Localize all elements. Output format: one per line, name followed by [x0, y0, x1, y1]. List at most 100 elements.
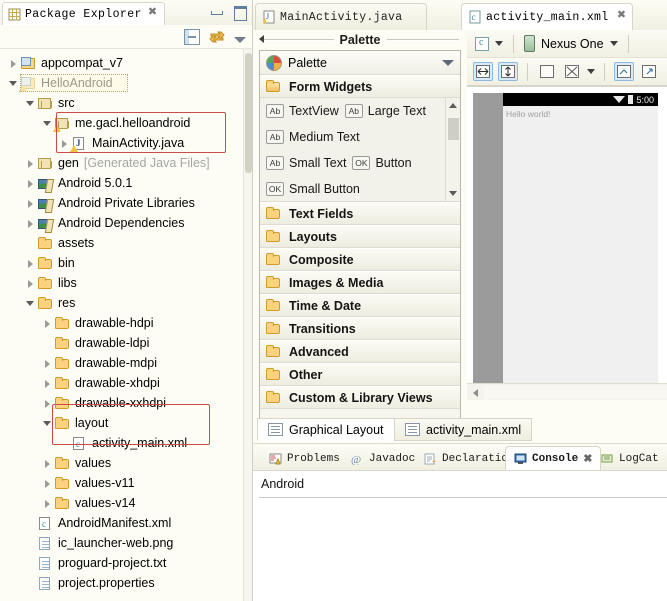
expand-arrow-closed-icon[interactable] — [25, 258, 36, 269]
tree-item-bin[interactable]: bin — [0, 253, 243, 273]
close-icon[interactable]: ✖ — [617, 11, 627, 22]
tree-item-assets[interactable]: assets — [0, 233, 243, 253]
zoom-normal-button[interactable] — [537, 62, 557, 81]
form-widgets-list[interactable]: Ab TextView Ab Large Text Ab Medium Text — [260, 98, 460, 202]
chevron-left-icon[interactable] — [259, 35, 264, 43]
expand-arrow-closed-icon[interactable] — [42, 398, 53, 409]
tree-item-android-dependencies[interactable]: Android Dependencies — [0, 213, 243, 233]
widget-small-text[interactable]: Ab Small Text — [266, 156, 346, 170]
palette-category-text-fields[interactable]: Text Fields — [260, 202, 460, 225]
palette-category-composite[interactable]: Composite — [260, 248, 460, 271]
close-icon[interactable]: ✖ — [148, 8, 159, 19]
widget-medium-text[interactable]: Ab Medium Text — [266, 130, 360, 144]
tab-javadoc[interactable]: @ Javadoc — [343, 446, 423, 471]
tree-item-drawable-xxhdpi[interactable]: drawable-xxhdpi — [0, 393, 243, 413]
tree-item-values-v11[interactable]: values-v11 — [0, 473, 243, 493]
expand-arrow-closed-icon[interactable] — [25, 198, 36, 209]
tab-logcat[interactable]: LogCat — [593, 446, 667, 471]
chevron-down-icon[interactable] — [587, 69, 595, 74]
zoom-fit-button[interactable] — [562, 62, 582, 81]
expand-arrow-closed-icon[interactable] — [25, 278, 36, 289]
refresh-button[interactable] — [614, 62, 634, 81]
palette-category-transitions[interactable]: Transitions — [260, 317, 460, 340]
tree-item-values[interactable]: values — [0, 453, 243, 473]
device-selector[interactable]: Nexus One — [524, 35, 618, 52]
tree-item-src[interactable]: src — [0, 93, 243, 113]
tab-mainactivity-java[interactable]: J MainActivity.java — [255, 3, 428, 30]
expand-arrow-open-icon[interactable] — [25, 98, 36, 109]
expand-arrow-closed-icon[interactable] — [42, 378, 53, 389]
tree-scrollbar[interactable] — [243, 49, 252, 601]
chevron-down-icon[interactable] — [495, 41, 503, 46]
palette-category-custom-library-views[interactable]: Custom & Library Views — [260, 386, 460, 409]
widget-textview[interactable]: Ab TextView — [266, 104, 339, 118]
project-tree[interactable]: appcompat_v7 HelloAndroid src me.gacl.hello… — [0, 49, 243, 601]
palette-category-images-media[interactable]: Images & Media — [260, 271, 460, 294]
device-canvas[interactable]: 5:00 Hello world! — [467, 86, 667, 400]
tab-graphical-layout[interactable]: Graphical Layout — [257, 418, 395, 441]
expand-arrow-open-icon[interactable] — [8, 78, 19, 89]
tree-item-mainactivity-java[interactable]: MainActivity.java — [0, 133, 243, 153]
tab-console[interactable]: Console ✖ — [505, 446, 602, 471]
scroll-down-icon[interactable] — [449, 191, 457, 196]
preview-hello-text[interactable]: Hello world! — [503, 106, 658, 119]
tree-item-activity-main-xml[interactable]: activity_main.xml — [0, 433, 243, 453]
tree-item-appcompat-v7[interactable]: appcompat_v7 — [0, 53, 243, 73]
expand-arrow-closed-icon[interactable] — [42, 478, 53, 489]
palette-header[interactable]: Palette — [260, 51, 460, 75]
console-output[interactable]: Android — [253, 470, 667, 601]
tab-activity-main-xml[interactable]: c activity_main.xml ✖ — [461, 3, 634, 30]
tree-item-helloandroid[interactable]: HelloAndroid — [0, 73, 243, 93]
tree-item-drawable-ldpi[interactable]: drawable-ldpi — [0, 333, 243, 353]
palette-category-form-widgets[interactable]: Form Widgets — [260, 75, 460, 98]
tab-xml-source[interactable]: activity_main.xml — [394, 418, 533, 441]
widget-large-text[interactable]: Ab Large Text — [344, 104, 426, 118]
tree-item-values-v14[interactable]: values-v14 — [0, 493, 243, 513]
tree-item-libs[interactable]: libs — [0, 273, 243, 293]
expand-arrow-closed-icon[interactable] — [42, 458, 53, 469]
tree-item-androidmanifest-xml[interactable]: AndroidManifest.xml — [0, 513, 243, 533]
expand-arrow-closed-icon[interactable] — [8, 58, 19, 69]
expand-arrow-open-icon[interactable] — [42, 418, 53, 429]
scroll-left-icon[interactable] — [473, 389, 478, 397]
export-button[interactable] — [639, 62, 659, 81]
form-widgets-scrollbar[interactable] — [445, 98, 460, 201]
device-screen[interactable]: 5:00 Hello world! — [503, 93, 658, 396]
collapse-all-icon[interactable] — [184, 29, 200, 45]
widget-button[interactable]: OK Button — [352, 156, 412, 170]
palette-category-other[interactable]: Other — [260, 363, 460, 386]
minimize-icon[interactable] — [210, 6, 223, 17]
tree-item-gen[interactable]: gen [Generated Java Files] — [0, 153, 243, 173]
expand-arrow-closed-icon[interactable] — [25, 218, 36, 229]
tree-item-drawable-hdpi[interactable]: drawable-hdpi — [0, 313, 243, 333]
expand-arrow-closed-icon[interactable] — [42, 358, 53, 369]
tree-item-me-gacl-helloandroid[interactable]: me.gacl.helloandroid — [0, 113, 243, 133]
tree-item-drawable-xhdpi[interactable]: drawable-xhdpi — [0, 373, 243, 393]
canvas-hscrollbar[interactable] — [467, 383, 667, 400]
tree-item-proguard-project-txt[interactable]: proguard-project.txt — [0, 553, 243, 573]
fit-width-button[interactable] — [473, 62, 493, 81]
tree-item-res[interactable]: res — [0, 293, 243, 313]
expand-arrow-open-icon[interactable] — [42, 118, 53, 129]
palette-section-header[interactable]: Palette — [255, 30, 465, 50]
maximize-icon[interactable] — [233, 6, 247, 21]
tree-item-ic-launcher-web-png[interactable]: ic_launcher-web.png — [0, 533, 243, 553]
expand-arrow-closed-icon[interactable] — [42, 318, 53, 329]
expand-arrow-closed-icon[interactable] — [25, 158, 36, 169]
tree-item-android-5-0-1[interactable]: Android 5.0.1 — [0, 173, 243, 193]
scrollbar-thumb[interactable] — [448, 118, 459, 140]
tab-package-explorer[interactable]: Package Explorer ✖ — [2, 2, 165, 25]
palette-category-time-date[interactable]: Time & Date — [260, 294, 460, 317]
tree-item-drawable-mdpi[interactable]: drawable-mdpi — [0, 353, 243, 373]
view-menu-icon[interactable] — [234, 37, 246, 43]
tab-problems[interactable]: Problems — [261, 446, 348, 471]
tree-item-layout[interactable]: layout — [0, 413, 243, 433]
expand-arrow-closed-icon[interactable] — [42, 498, 53, 509]
tree-scrollbar-thumb[interactable] — [245, 53, 252, 173]
palette-category-advanced[interactable]: Advanced — [260, 340, 460, 363]
fit-height-button[interactable] — [498, 62, 518, 81]
chevron-down-icon[interactable] — [609, 41, 618, 46]
expand-arrow-closed-icon[interactable] — [25, 178, 36, 189]
tree-item-project-properties[interactable]: project.properties — [0, 573, 243, 593]
widget-small-button[interactable]: OK Small Button — [266, 182, 360, 196]
